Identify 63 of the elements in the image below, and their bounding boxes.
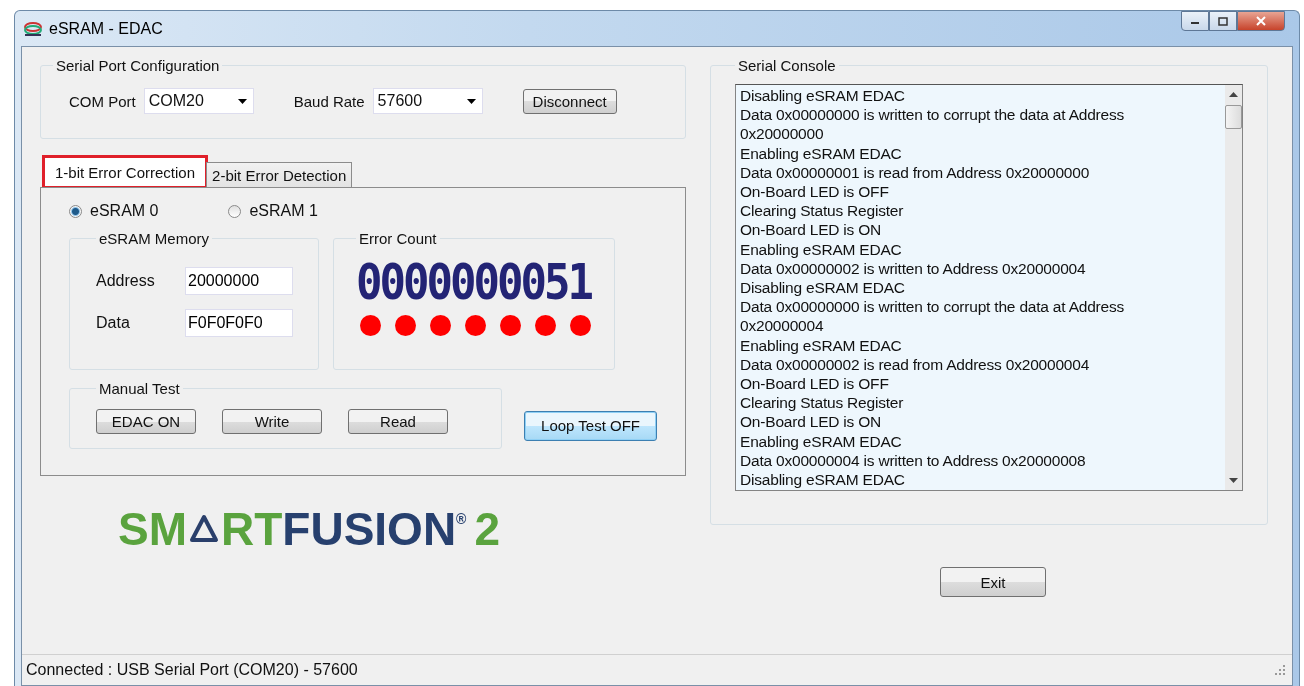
resize-grip-icon [1275,664,1286,676]
console-textbox[interactable] [735,84,1243,492]
test-button[interactable]: Read [348,409,448,434]
console-line: Disabling eSRAM EDAC [740,278,906,298]
console-line: Enabling eSRAM EDAC [740,239,903,259]
close-button[interactable] [1237,11,1285,31]
console-line: Enabling eSRAM EDAC [740,143,903,163]
minimize-button[interactable] [1181,11,1209,31]
disconnect-button[interactable]: Disconnect [522,88,617,114]
console-line: On-Board LED is OFF [740,374,890,394]
close-icon [1255,16,1267,26]
com-port-dropdown[interactable]: COM20 [143,88,254,114]
com-port-label: COM Port [69,92,136,110]
address-field[interactable]: 20000000 [185,267,293,295]
console-line: Clearing Status Register [740,201,905,221]
test-button[interactable]: EDAC ON [96,409,196,434]
console-line: Data 0x00000002 is written to Address 0x20000004 [740,258,1087,279]
console-line: Data 0x00000004 is written to Address 0x20000008 [740,450,1087,471]
exit-button[interactable]: Exit [940,567,1046,597]
dropdown-arrow-icon [466,98,476,104]
error-count-display: 0000000051 [356,253,593,311]
group-title: Error Count [358,230,438,247]
console-line: Enabling eSRAM EDAC [740,431,903,451]
data-label: Data [96,314,131,332]
maximize-icon [1218,16,1228,26]
radio-button[interactable]: eSRAM 1 [228,202,318,220]
scroll-thumb[interactable] [1225,105,1242,129]
group-title: eSRAM Memory [98,230,211,247]
group-title: Serial Console [737,57,837,74]
test-button[interactable]: Write [222,409,322,434]
console-line: Data 0x00000000 is written to corrupt the data at Address [740,297,1126,317]
window-title: eSRAM - EDAC [49,19,163,38]
baud-rate-dropdown[interactable]: 57600 [372,88,483,114]
console-line: Clearing Status Register [740,393,905,413]
group-title: Serial Port Configuration [55,57,221,74]
status-text: Connected : USB Serial Port (COM20) - 57600 [26,661,358,679]
console-line: Disabling eSRAM EDAC [740,86,906,106]
radio-button[interactable]: eSRAM 0 [69,202,159,220]
address-label: Address [96,272,156,290]
data-field[interactable]: F0F0F0F0 [185,309,293,337]
app-icon [23,20,43,37]
tab[interactable]: 1-bit Error Correction [44,157,207,187]
console-line: On-Board LED is ON [740,412,883,432]
console-line: On-Board LED is OFF [740,182,890,202]
console-line: 0x20000004 [740,316,825,336]
loop-test-button[interactable]: Loop Test OFF [524,410,657,441]
dropdown-arrow-icon [237,98,247,104]
logo: SM RTFUSION$^{®}$ 2 [117,502,502,552]
scroll-down-icon [1229,478,1238,484]
console-line: Data 0x00000001 is read from Address 0x20000000 [740,162,1091,182]
baud-rate-label: Baud Rate [293,92,365,110]
console-line: 0x20000000 [740,124,825,144]
tab[interactable]: 2-bit Error Detection [206,162,353,187]
maximize-button[interactable] [1209,11,1237,31]
scrollbar[interactable] [1225,85,1242,491]
group-title: Manual Test [98,380,181,397]
console-line: Disabling eSRAM EDAC [740,470,906,490]
triangle-logo-icon [189,514,219,544]
console-line: Data 0x00000002 is read from Address 0x20000004 [740,354,1091,375]
console-line: Enabling eSRAM EDAC [740,335,903,355]
console-line: On-Board LED is ON [740,220,883,240]
console-line: Data 0x00000000 is written to corrupt the data at Address [740,105,1126,125]
scroll-up-icon [1229,92,1238,97]
